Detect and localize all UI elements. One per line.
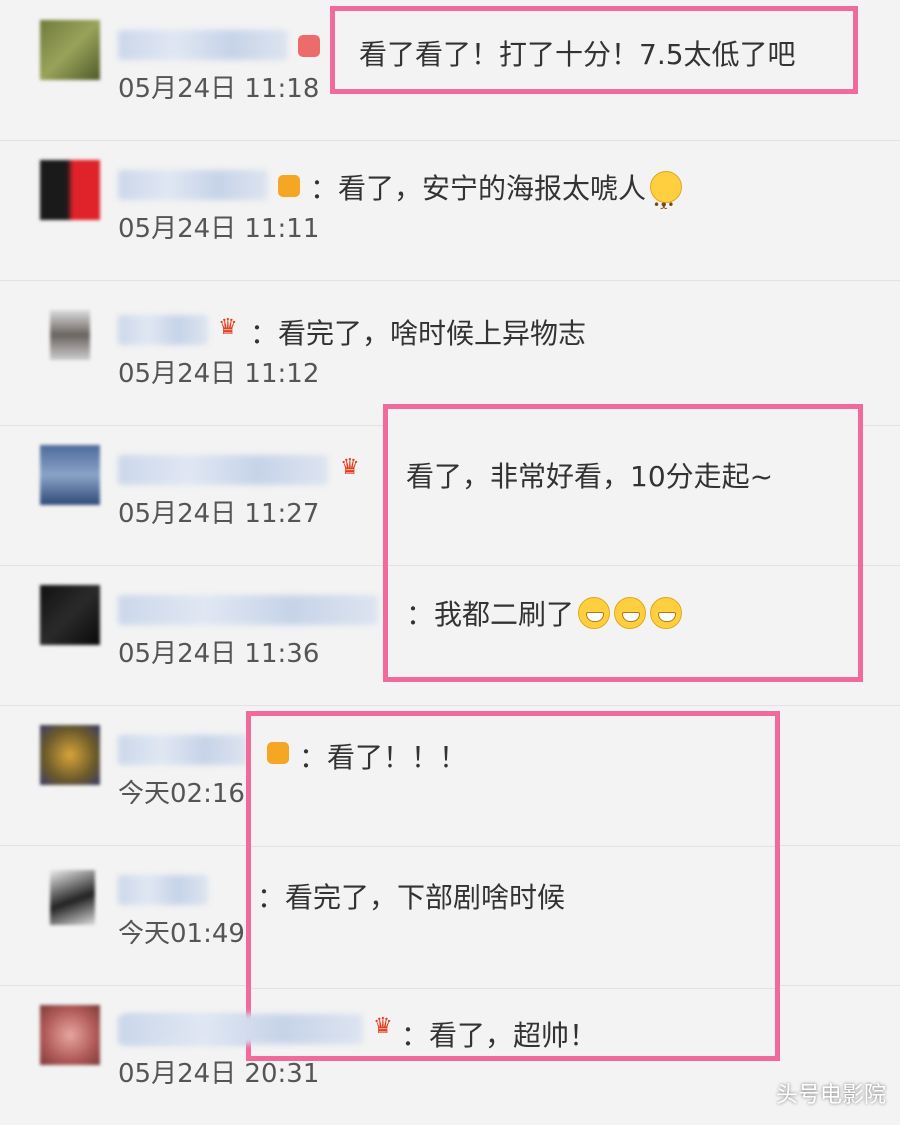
avatar[interactable] <box>40 1005 100 1065</box>
highlight-box: 看了，非常好看，10分走起~ ：我都二刷了 <box>383 404 863 682</box>
username[interactable] <box>118 735 248 765</box>
highlighted-comment-text: 看了看了！打了十分！7.5太低了吧 <box>359 38 796 71</box>
avatar[interactable] <box>50 870 95 925</box>
comment-time: 今天02:16 <box>118 779 245 809</box>
grin-emoji-icon <box>614 597 647 629</box>
member-badge-icon <box>298 35 320 57</box>
divider <box>251 846 775 847</box>
highlighted-comment-text: ：我都二刷了 <box>406 593 683 633</box>
username[interactable] <box>118 170 268 200</box>
avatar[interactable] <box>40 725 100 785</box>
highlight-box: ：看了！！！ ：看完了，下部剧啥时候 ♛ ：看了，超帅！ <box>123 711 780 1061</box>
crown-badge-icon: ♛ <box>340 455 360 480</box>
avatar[interactable] <box>40 160 100 220</box>
crown-badge-icon: ♛ <box>373 1014 393 1039</box>
highlighted-comment-text: ：看了！！！ <box>299 741 468 774</box>
avatar[interactable] <box>50 310 90 360</box>
divider <box>388 565 858 566</box>
comment-time: 05月24日 11:27 <box>118 499 320 529</box>
divider <box>251 988 775 989</box>
member-badge-icon <box>278 175 300 197</box>
avatar[interactable] <box>40 20 100 80</box>
comment-text-content: ：看了，安宁的海报太唬人 <box>310 172 647 205</box>
grin-emoji-icon <box>578 597 611 629</box>
member-badge-icon <box>267 742 289 764</box>
comment-time: 05月24日 11:18 <box>118 74 320 104</box>
highlighted-comment-text: ：看了，超帅！ <box>401 1019 598 1052</box>
comment-text: ：看了，安宁的海报太唬人 <box>310 160 683 234</box>
username[interactable] <box>118 455 328 485</box>
username[interactable] <box>118 595 378 625</box>
username[interactable] <box>118 30 288 60</box>
grin-emoji-icon <box>650 597 683 629</box>
watermark: 头号电影院 <box>775 1083 886 1108</box>
comment-item: ：看了，安宁的海报太唬人 05月24日 11:11 <box>0 140 900 281</box>
comment-time: 05月24日 11:12 <box>118 359 320 389</box>
avatar[interactable] <box>40 445 100 505</box>
highlight-box: 看了看了！打了十分！7.5太低了吧 <box>330 6 858 94</box>
username[interactable] <box>118 315 208 345</box>
cat-emoji-icon <box>650 171 683 234</box>
highlighted-comment-content: ：我都二刷了 <box>406 598 575 631</box>
highlighted-comment-text: ：看完了，下部剧啥时候 <box>257 881 566 914</box>
highlighted-comment-text: 看了，非常好看，10分走起~ <box>406 460 774 493</box>
comment-time: 今天01:49 <box>118 919 245 949</box>
avatar[interactable] <box>40 585 100 645</box>
comment-time: 05月24日 11:36 <box>118 639 320 669</box>
username[interactable] <box>118 875 208 905</box>
comment-time: 05月24日 11:11 <box>118 214 320 244</box>
crown-badge-icon: ♛ <box>218 315 238 340</box>
username[interactable] <box>123 1014 363 1044</box>
